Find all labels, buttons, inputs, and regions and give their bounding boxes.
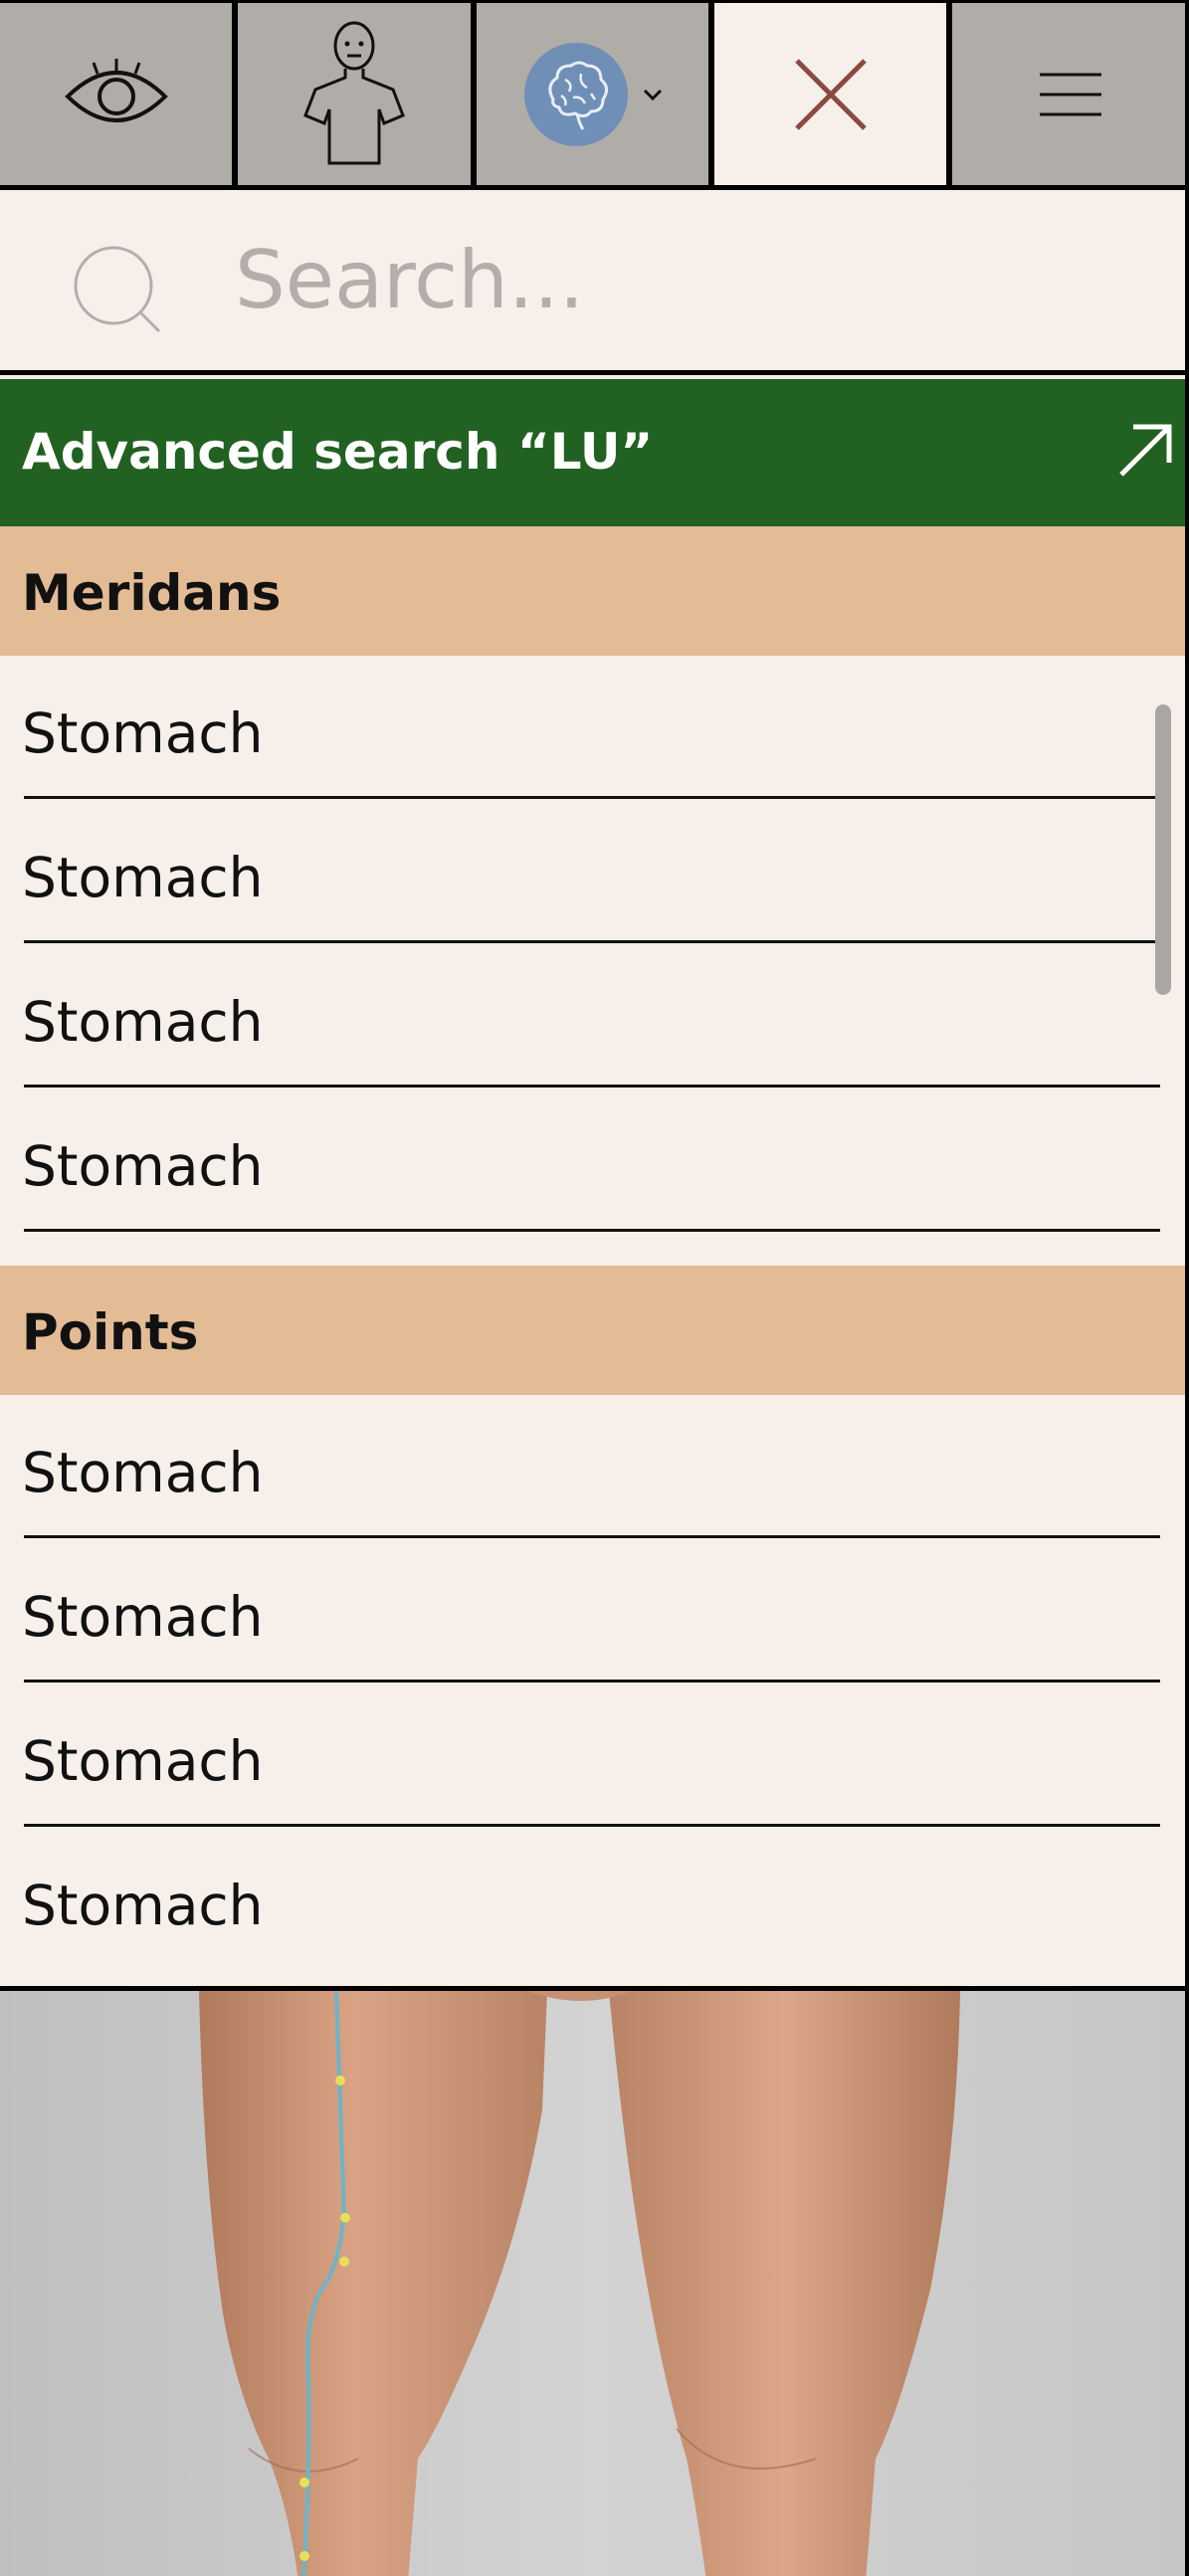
menu-button[interactable] — [952, 3, 1189, 185]
body-icon — [303, 21, 405, 164]
search-input[interactable] — [235, 230, 1130, 329]
divider — [24, 1680, 1160, 1683]
list-item-label: Stomach — [22, 1441, 264, 1504]
list-item[interactable]: Stomach — [0, 1828, 1189, 1972]
body-model-button[interactable] — [238, 3, 471, 185]
section-header-points: Points — [0, 1266, 1189, 1395]
divider — [24, 1085, 1160, 1088]
advanced-search-label: Advanced search “LU” — [22, 423, 654, 481]
list-item-label: Stomach — [22, 990, 264, 1054]
frame-border — [1185, 0, 1189, 2576]
list-item[interactable]: Stomach — [0, 800, 1189, 944]
advanced-search-button[interactable]: Advanced search “LU” — [0, 379, 1189, 526]
section-header-meridians: Meridans — [0, 526, 1189, 656]
body-model-viewport[interactable] — [0, 1986, 1189, 2576]
view-toggle-button[interactable] — [0, 3, 232, 185]
divider — [24, 1824, 1160, 1827]
layer-select-button[interactable] — [477, 3, 708, 185]
external-arrow-icon — [1119, 424, 1172, 477]
close-icon — [794, 58, 867, 130]
list-item[interactable]: Stomach — [0, 944, 1189, 1089]
list-item-label: Stomach — [22, 1134, 264, 1198]
brain-icon — [523, 42, 628, 146]
list-item-label: Stomach — [22, 1729, 264, 1793]
top-toolbar — [0, 0, 1189, 190]
divider — [24, 796, 1160, 799]
points-list: Stomach Stomach Stomach Stomach — [0, 1395, 1189, 1986]
list-item[interactable]: Stomach — [0, 1684, 1189, 1828]
close-search-button[interactable] — [714, 3, 946, 185]
divider — [24, 1535, 1160, 1538]
list-item-label: Stomach — [22, 701, 264, 765]
list-item[interactable]: Stomach — [0, 656, 1189, 800]
search-icon — [74, 246, 161, 333]
section-title: Meridans — [22, 564, 282, 622]
chevron-down-icon — [643, 89, 662, 100]
meridian-list: Stomach Stomach Stomach Stomach — [0, 656, 1189, 1266]
list-item-label: Stomach — [22, 1585, 264, 1649]
eye-icon — [64, 58, 168, 122]
scrollbar[interactable] — [1155, 704, 1171, 995]
legs-illustration — [0, 1991, 1189, 2576]
list-item[interactable]: Stomach — [0, 1089, 1189, 1233]
menu-icon — [1040, 73, 1101, 115]
list-item[interactable]: Stomach — [0, 1539, 1189, 1684]
search-bar — [0, 190, 1189, 375]
list-item[interactable]: Stomach — [0, 1395, 1189, 1539]
list-item-label: Stomach — [22, 846, 264, 909]
section-title: Points — [22, 1303, 199, 1361]
list-item-label: Stomach — [22, 1874, 264, 1937]
divider — [24, 1229, 1160, 1232]
divider — [24, 940, 1160, 943]
